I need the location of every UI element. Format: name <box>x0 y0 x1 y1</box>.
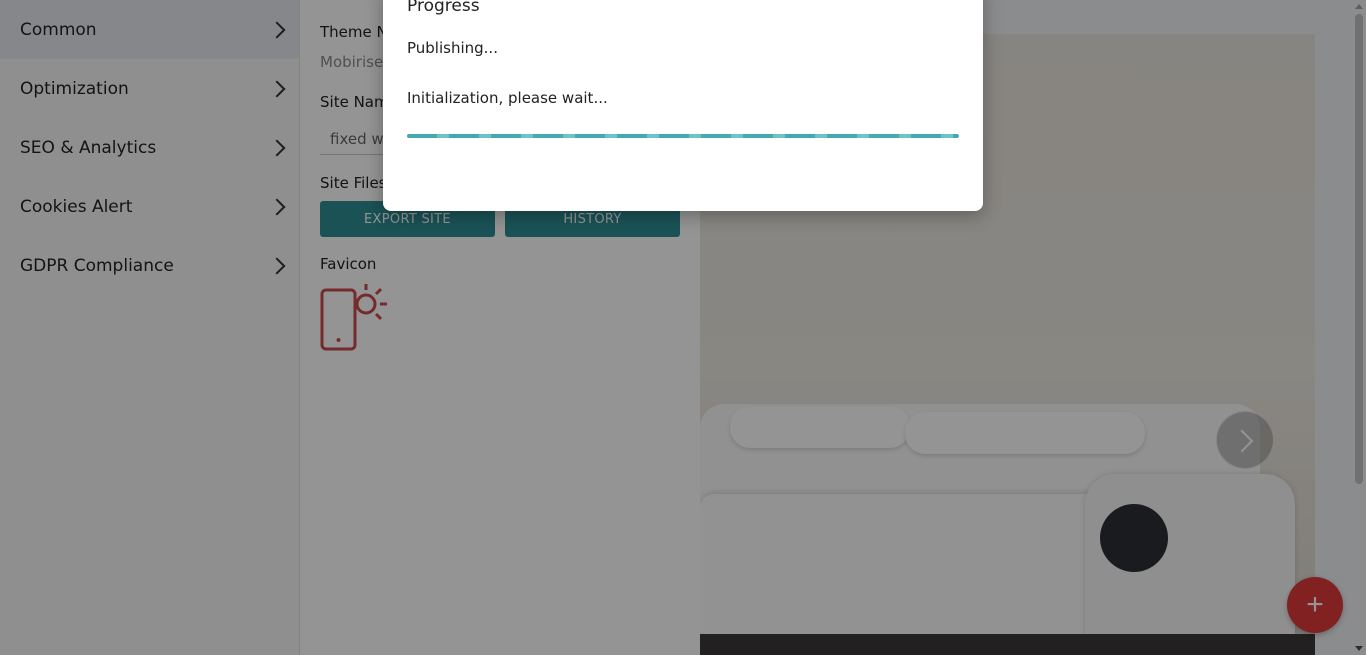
progress-message: Initialization, please wait... <box>407 89 608 107</box>
publish-status-text: Publishing... <box>407 39 498 57</box>
progress-bar <box>407 134 959 138</box>
progress-dialog: Progress Publishing... Initialization, p… <box>383 0 983 211</box>
dialog-title: Progress <box>407 0 480 16</box>
